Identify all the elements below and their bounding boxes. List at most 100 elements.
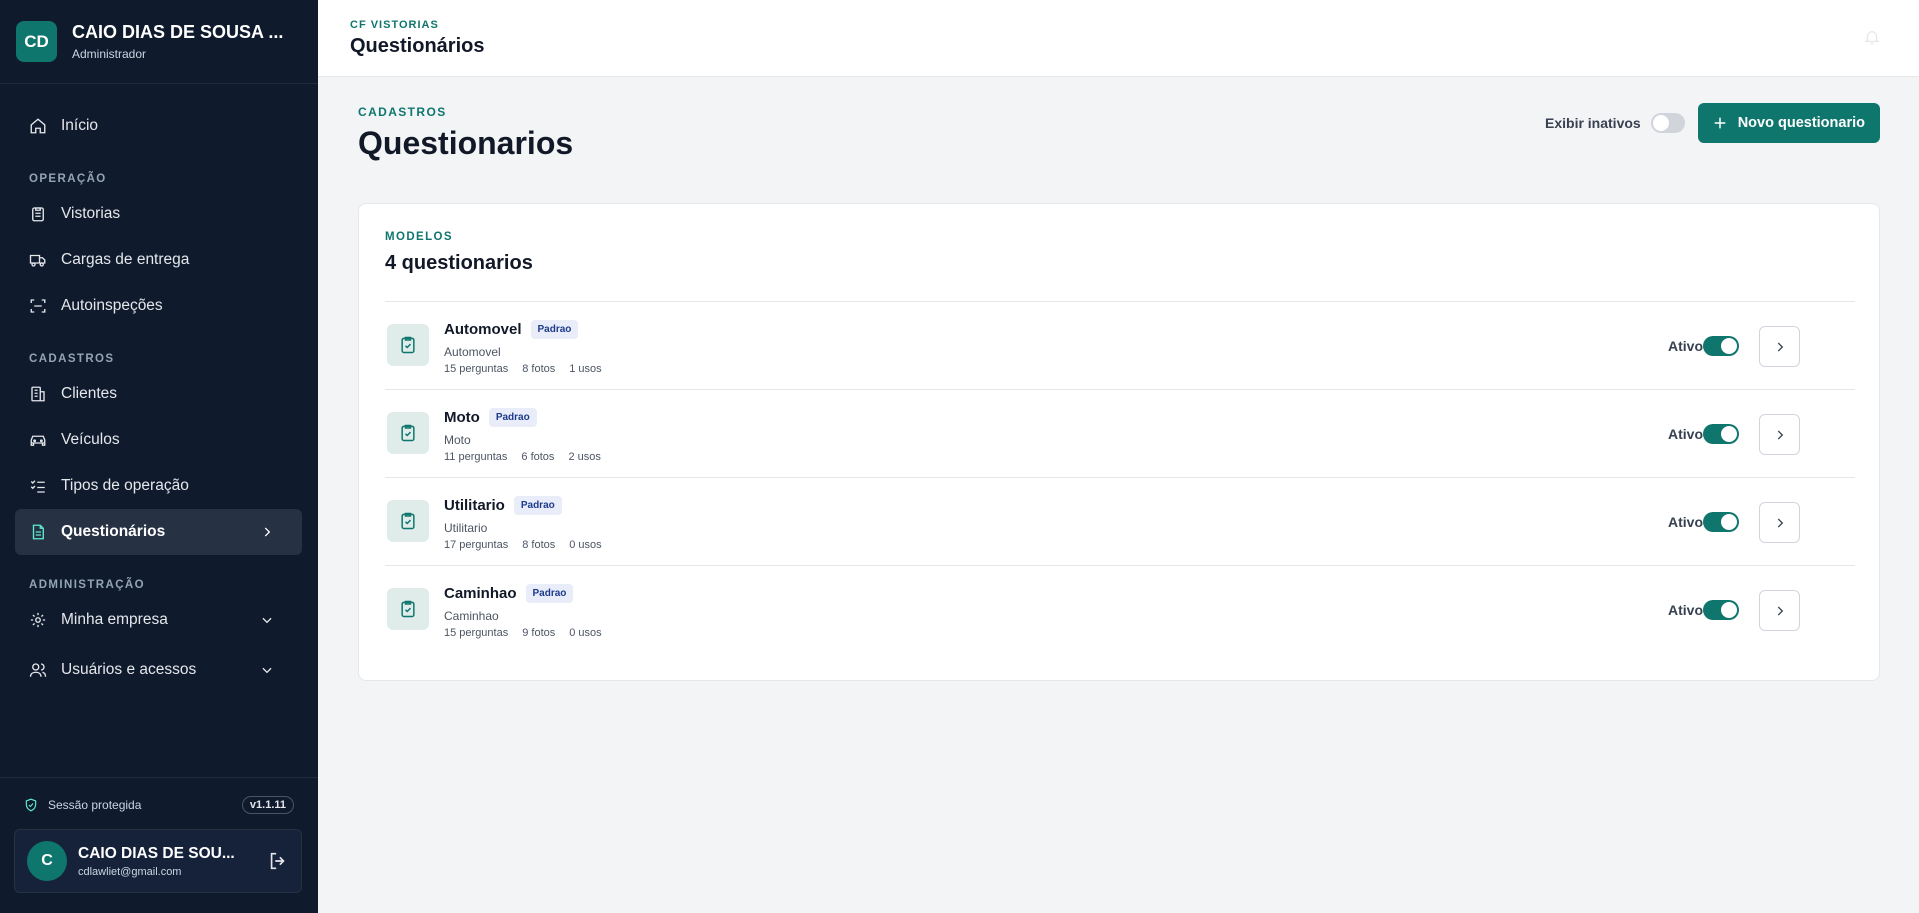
list-item: Automovel Padrao Automovel 15 perguntas 8 … [385, 301, 1855, 389]
photos-count: 6 fotos [521, 451, 555, 463]
sidebar-item-label: Veículos [61, 431, 120, 448]
plus-icon [1714, 117, 1726, 129]
open-button[interactable] [1759, 414, 1800, 455]
sidebar: CD CAIO DIAS DE SOUSA ... Administrador … [0, 0, 318, 913]
sidebar-item-label: Tipos de operação [61, 477, 189, 494]
brand-header: CD CAIO DIAS DE SOUSA ... Administrador [0, 0, 318, 84]
sidebar-item-vistorias[interactable]: Vistorias [15, 191, 302, 237]
sidebar-item-questionarios[interactable]: Questionários [15, 509, 302, 555]
users-icon [29, 663, 47, 677]
status-label: Ativo [1668, 602, 1703, 618]
page-kicker: CADASTROS [358, 105, 447, 119]
questionnaire-name: Caminhao [444, 585, 517, 602]
top-header: CF VISTORIAS Questionários [318, 0, 1919, 77]
sidebar-item-label: Cargas de entrega [61, 251, 190, 268]
sidebar-nav: Início OPERAÇÃO Vistorias Cargas de entr… [15, 103, 302, 693]
questions-count: 17 perguntas [444, 539, 509, 551]
open-button[interactable] [1759, 590, 1800, 631]
sidebar-item-label: Usuários e acessos [61, 661, 197, 678]
nav-section-admin: ADMINISTRAÇÃO [29, 579, 145, 591]
list-checks-icon [30, 480, 45, 493]
open-button[interactable] [1759, 326, 1800, 367]
questionnaire-list: Automovel Padrao Automovel 15 perguntas 8 … [385, 301, 1855, 653]
sidebar-item-label: Início [61, 117, 99, 134]
chevron-right-icon [264, 527, 271, 537]
sidebar-item-label: Autoinspeções [61, 297, 163, 314]
bell-icon[interactable] [1863, 28, 1881, 46]
active-toggle[interactable] [1703, 336, 1739, 356]
questionnaire-subtitle: Automovel [444, 345, 501, 359]
show-inactive-toggle[interactable] [1650, 113, 1685, 133]
default-badge: Padrao [530, 320, 579, 339]
clipboard-check-icon [387, 588, 429, 630]
user-card[interactable]: C CAIO DIAS DE SOU... cdlawliet@gmail.co… [14, 829, 302, 893]
chevron-down-icon [262, 617, 272, 624]
sidebar-item-tipos[interactable]: Tipos de operação [15, 463, 302, 509]
sidebar-item-veiculos[interactable]: Veículos [15, 417, 302, 463]
brand-name: CAIO DIAS DE SOUSA ... [72, 22, 284, 42]
questions-count: 15 perguntas [444, 627, 509, 639]
show-inactive-label: Exibir inativos [1545, 115, 1641, 131]
user-name: CAIO DIAS DE SOU... [78, 844, 235, 862]
status-label: Ativo [1668, 338, 1703, 354]
sidebar-item-clientes[interactable]: Clientes [15, 371, 302, 417]
questions-count: 15 perguntas [444, 363, 509, 375]
active-toggle[interactable] [1703, 600, 1739, 620]
sidebar-item-label: Clientes [61, 385, 117, 402]
scan-icon [30, 299, 46, 313]
card-kicker: MODELOS [385, 231, 453, 243]
header-kicker: CF VISTORIAS [350, 19, 439, 31]
home-icon [30, 118, 46, 134]
truck-icon [29, 254, 46, 267]
chevron-right-icon [1777, 605, 1783, 616]
uses-count: 2 usos [568, 451, 601, 463]
status-label: Ativo [1668, 426, 1703, 442]
default-badge: Padrao [488, 408, 537, 427]
new-questionnaire-button[interactable]: Novo questionario [1697, 103, 1880, 143]
questions-count: 11 perguntas [444, 451, 508, 463]
sidebar-item-inicio[interactable]: Início [15, 103, 302, 149]
photos-count: 8 fotos [522, 363, 556, 375]
version-badge: v1.1.11 [241, 796, 294, 814]
sidebar-item-cargas[interactable]: Cargas de entrega [15, 237, 302, 283]
active-toggle[interactable] [1703, 512, 1739, 532]
chevron-right-icon [1777, 517, 1783, 528]
photos-count: 8 fotos [522, 539, 556, 551]
sidebar-item-usuarios[interactable]: Usuários e acessos [15, 647, 302, 693]
sidebar-item-label: Questionários [61, 523, 166, 540]
shield-check-icon [25, 798, 37, 812]
open-button[interactable] [1759, 502, 1800, 543]
header-title: Questionários [350, 35, 485, 57]
avatar: C [27, 841, 67, 881]
page-toolbar: Exibir inativos Novo questionario [1545, 103, 1880, 143]
file-text-icon [32, 524, 44, 540]
chevron-down-icon [262, 667, 272, 674]
brand-avatar: CD [16, 21, 57, 62]
clipboard-check-icon [387, 324, 429, 366]
session-status: Sessão protegida v1.1.11 [24, 794, 294, 816]
nav-section-operacao: OPERAÇÃO [29, 173, 107, 185]
user-email: cdlawliet@gmail.com [78, 865, 182, 878]
questionnaire-name: Automovel [444, 321, 522, 338]
brand-role: Administrador [72, 47, 147, 61]
new-questionnaire-label: Novo questionario [1737, 115, 1865, 131]
uses-count: 1 usos [569, 363, 602, 375]
uses-count: 0 usos [569, 627, 602, 639]
questionnaire-subtitle: Moto [444, 433, 471, 447]
status-label: Ativo [1668, 514, 1703, 530]
questionnaire-subtitle: Caminhao [444, 609, 499, 623]
questionnaires-card: MODELOS 4 questionarios Automovel Padrao … [358, 203, 1880, 681]
building-icon [31, 386, 45, 402]
sidebar-item-empresa[interactable]: Minha empresa [15, 597, 302, 643]
card-title: 4 questionarios [385, 252, 533, 274]
nav-section-cadastros: CADASTROS [29, 353, 115, 365]
logout-icon[interactable] [267, 850, 289, 872]
uses-count: 0 usos [569, 539, 602, 551]
active-toggle[interactable] [1703, 424, 1739, 444]
sidebar-item-label: Vistorias [61, 205, 121, 222]
car-icon [30, 435, 46, 446]
gear-icon [30, 612, 46, 628]
sidebar-item-autoinspecoes[interactable]: Autoinspeções [15, 283, 302, 329]
default-badge: Padrao [513, 496, 562, 515]
photos-count: 9 fotos [522, 627, 556, 639]
